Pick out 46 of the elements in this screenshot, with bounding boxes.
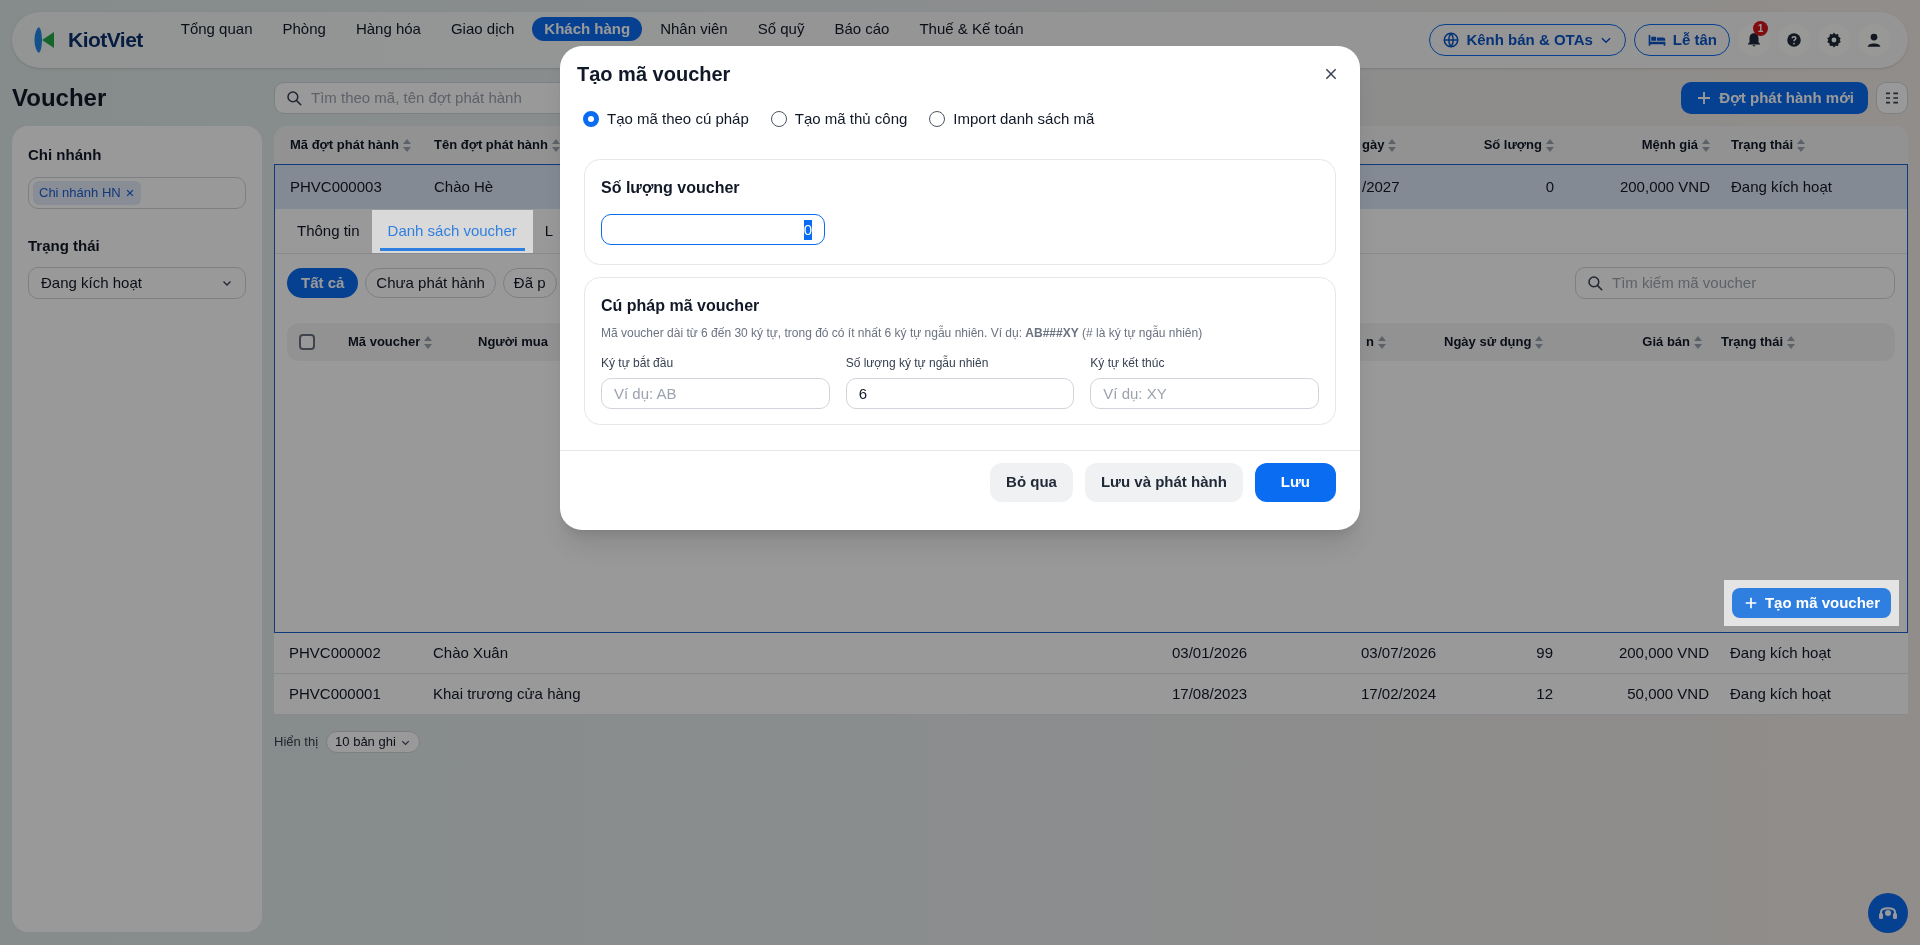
column-header: Mã voucher [348,333,421,352]
table-cell-text: 0 [1545,176,1554,197]
column-header: Trạng thái [1731,136,1794,155]
column-header: Trạng thái [1721,333,1784,352]
column-header: Người mua [478,333,548,352]
table-cell-text: PHVC000003 [290,176,382,197]
card-title: Số lượng voucher [601,178,741,198]
table-cell-text: Đang kích hoạt [1730,683,1831,704]
column-header: Tên đợt phát hành [434,136,548,155]
column-header: Giá bán [1642,333,1690,352]
column-header: gày [1362,136,1385,155]
table-cell-text: 200,000 VND [1618,642,1709,663]
table-cell-text: 50,000 VND [1627,683,1709,704]
page-title: Voucher [12,83,108,113]
column-header: Số lượng [1483,136,1542,155]
column-header: n [1366,333,1374,352]
dialog-title: Tạo mã voucher [577,62,731,87]
table-cell-text: 03/01/2026 [1172,642,1248,663]
logo-text: KiotViet [68,27,143,54]
table-cell-text: 99 [1536,642,1553,663]
card-title: Cú pháp mã voucher [601,296,761,316]
branch-tag: Chi nhánh HN [33,180,141,205]
filter-label: Trạng thái [28,235,101,256]
column-header: Mã đợt phát hành [290,136,399,155]
table-cell-text: Chào Xuân [433,642,509,663]
filter-label: Chi nhánh [28,145,103,165]
hint-text: Mã voucher dài từ 6 đến 30 ký tự, trong đó có ít nhất 6 ký tự ngẫu nhiên. Ví dụ: AB###XY (# là ký tự ngẫu nhiên) [601,324,1204,342]
table-cell-text: PHVC000002 [289,642,381,663]
table-cell-text: 03/07/2026 [1361,642,1437,663]
table-cell-text: Đang kích hoạt [1730,642,1831,663]
table-cell-text: /2027 [1362,176,1400,197]
field-label: Ký tự bắt đầu [601,354,675,372]
field-label: Ký tự kết thúc [1090,355,1166,372]
table-cell-text: Đang kích hoạt [1731,176,1832,197]
notification-badge: 1 [1753,21,1768,36]
column-header: Mệnh giá [1641,136,1698,155]
table-cell-text: 12 [1536,683,1553,704]
table-cell-text: Chào Hè [434,176,494,197]
table-cell-text: 17/02/2024 [1361,683,1437,704]
table-cell-text: Khai trương cửa hàng [433,683,581,704]
table-cell-text: 17/08/2023 [1172,683,1248,704]
column-header: Ngày sử dụng [1444,333,1532,352]
pagination-label: Hiển thị [274,733,319,752]
table-cell-text: PHVC000001 [289,683,381,704]
field-label: Số lượng ký tự ngẫu nhiên [845,354,990,372]
table-cell-text: 200,000 VND [1619,176,1710,197]
